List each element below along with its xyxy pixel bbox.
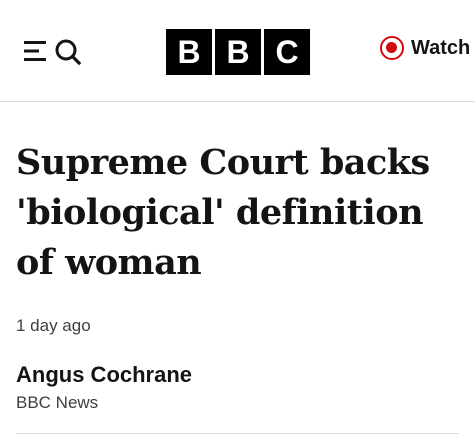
menu-icon bbox=[24, 39, 82, 66]
divider bbox=[16, 433, 459, 434]
search-icon bbox=[55, 39, 82, 66]
watch-live-button[interactable]: Watch bbox=[380, 36, 470, 60]
logo-letter: B bbox=[215, 29, 261, 75]
bbc-logo[interactable]: B B C bbox=[166, 29, 310, 75]
logo-letter: B bbox=[166, 29, 212, 75]
menu-search-button[interactable] bbox=[22, 35, 84, 67]
watch-label: Watch bbox=[411, 36, 471, 59]
article-headline: Supreme Court backs 'biological' definit… bbox=[16, 142, 430, 283]
logo-letter: C bbox=[264, 29, 310, 75]
article-timestamp: 1 day ago bbox=[16, 316, 91, 335]
author-name[interactable]: Angus Cochrane bbox=[16, 362, 192, 388]
author-organization: BBC News bbox=[16, 393, 99, 412]
site-header: B B C Watch bbox=[0, 0, 475, 102]
live-dot-icon bbox=[380, 36, 404, 60]
